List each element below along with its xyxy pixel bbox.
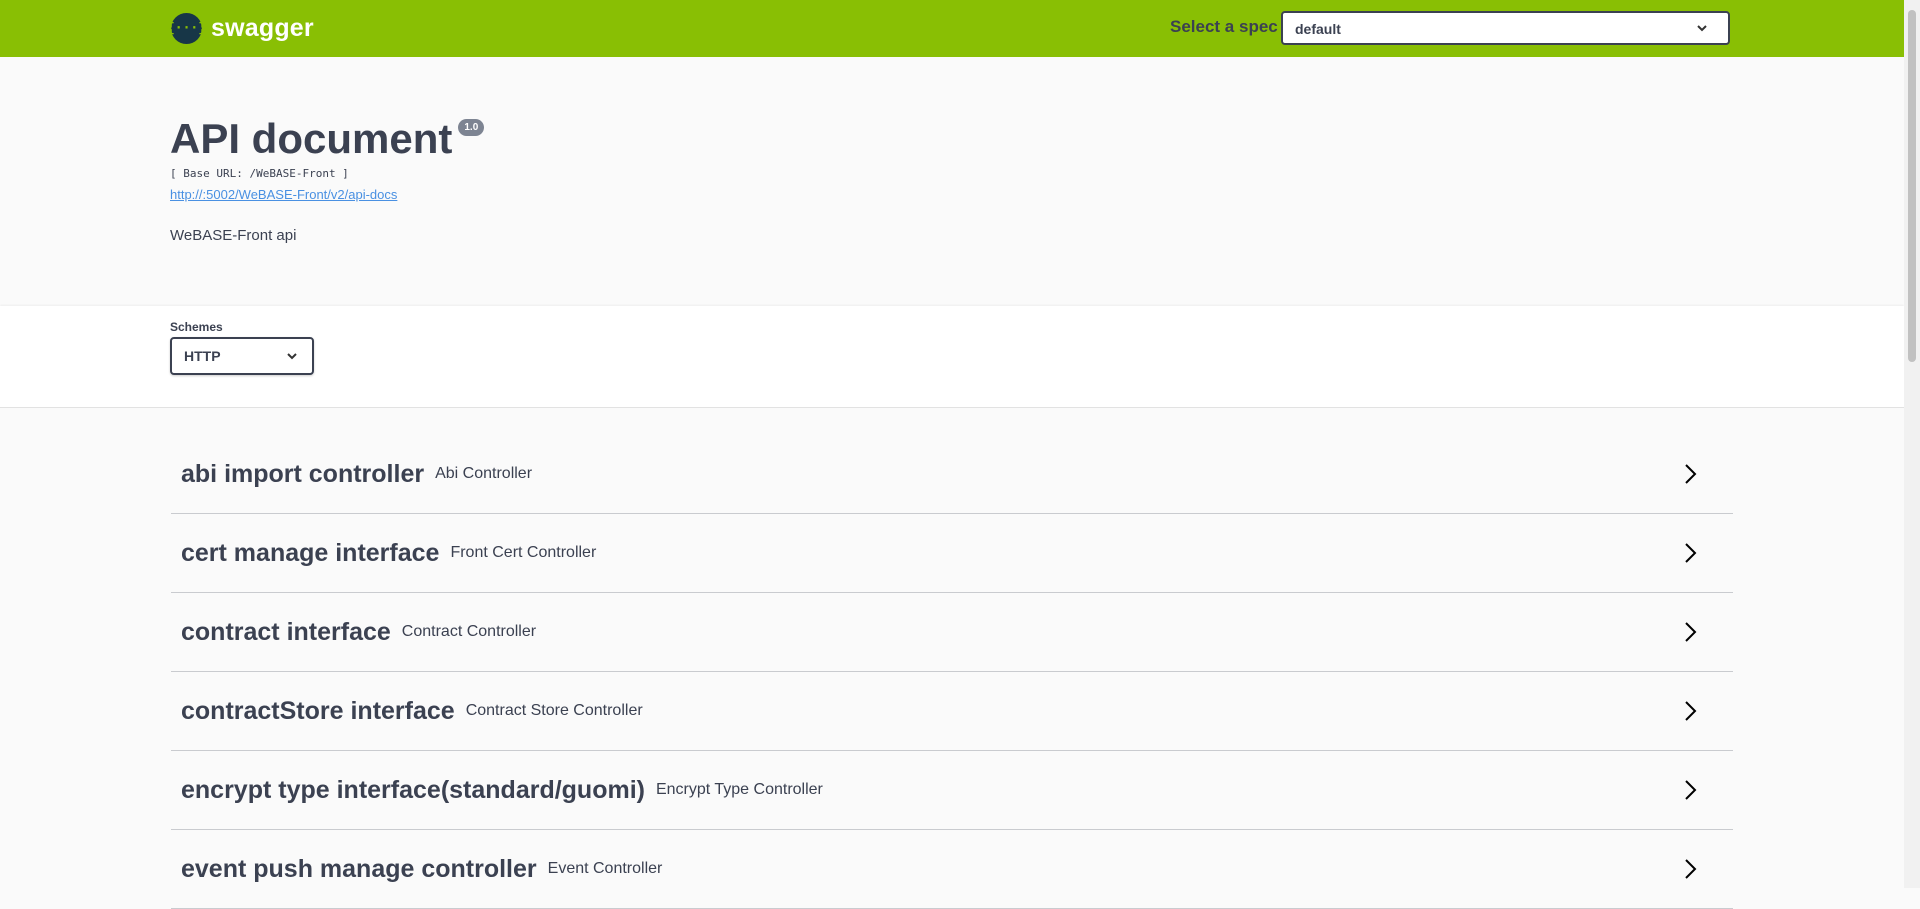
tag-section[interactable]: contractStore interface Contract Store C… bbox=[171, 672, 1733, 751]
schemes-label: Schemes bbox=[170, 320, 223, 334]
tag-section[interactable]: contract interface Contract Controller bbox=[171, 593, 1733, 672]
tag-name: contractStore interface bbox=[181, 696, 455, 725]
tag-description: Encrypt Type Controller bbox=[655, 781, 823, 798]
api-docs-link[interactable]: http://:5002/WeBASE-Front/v2/api-docs bbox=[170, 187, 484, 202]
brand-name: swagger bbox=[211, 14, 314, 42]
swagger-logo-icon: {···} bbox=[167, 13, 206, 44]
spec-label: Select a spec bbox=[1170, 17, 1278, 36]
version-badge: 1.0 bbox=[458, 119, 485, 136]
chevron-down-icon bbox=[287, 353, 297, 360]
chevron-down-icon bbox=[1697, 25, 1707, 32]
chevron-right-icon[interactable] bbox=[1681, 857, 1701, 881]
tag-section[interactable]: event push manage controller Event Contr… bbox=[171, 830, 1733, 909]
tag-name: cert manage interface bbox=[181, 538, 440, 567]
tag-description: Event Controller bbox=[547, 860, 663, 877]
api-info: API document 1.0 [ Base URL: /WeBASE-Fro… bbox=[170, 115, 485, 244]
schemes-section: Schemes HTTP bbox=[0, 306, 1904, 408]
page-title: API document 1.0 bbox=[170, 115, 485, 163]
api-title: API document bbox=[170, 115, 453, 162]
chevron-right-icon[interactable] bbox=[1681, 462, 1701, 486]
schemes-select[interactable]: HTTP bbox=[170, 337, 314, 375]
tag-name: abi import controller bbox=[181, 459, 425, 488]
swagger-logo[interactable]: {···} swagger bbox=[167, 13, 314, 44]
spec-select[interactable]: default bbox=[1281, 11, 1730, 45]
tag-name: contract interface bbox=[181, 617, 391, 646]
chevron-right-icon[interactable] bbox=[1681, 541, 1701, 565]
tag-name: event push manage controller bbox=[181, 854, 537, 883]
chevron-right-icon[interactable] bbox=[1681, 699, 1701, 723]
tag-section[interactable]: abi import controller Abi Controller bbox=[171, 435, 1733, 514]
api-description: WeBASE-Front api bbox=[170, 227, 297, 244]
tag-name: encrypt type interface(standard/guomi) bbox=[181, 775, 645, 804]
tag-list: abi import controller Abi Controller cer… bbox=[171, 435, 1733, 909]
tag-description: Contract Store Controller bbox=[465, 702, 643, 719]
scrollbar-thumb[interactable] bbox=[1908, 10, 1916, 362]
vertical-scrollbar[interactable] bbox=[1904, 0, 1920, 888]
tag-description: Contract Controller bbox=[401, 623, 537, 640]
tag-section[interactable]: cert manage interface Front Cert Control… bbox=[171, 514, 1733, 593]
chevron-right-icon[interactable] bbox=[1681, 620, 1701, 644]
tag-description: Abi Controller bbox=[435, 465, 533, 482]
tag-section[interactable]: encrypt type interface(standard/guomi) E… bbox=[171, 751, 1733, 830]
base-url: [ Base URL: /WeBASE-Front ] bbox=[170, 167, 349, 180]
chevron-right-icon[interactable] bbox=[1681, 778, 1701, 802]
topbar: {···} swagger Select a spec default bbox=[0, 0, 1904, 57]
spec-select-value: default bbox=[1295, 21, 1341, 37]
tag-description: Front Cert Controller bbox=[450, 544, 597, 561]
schemes-select-value: HTTP bbox=[184, 348, 221, 364]
